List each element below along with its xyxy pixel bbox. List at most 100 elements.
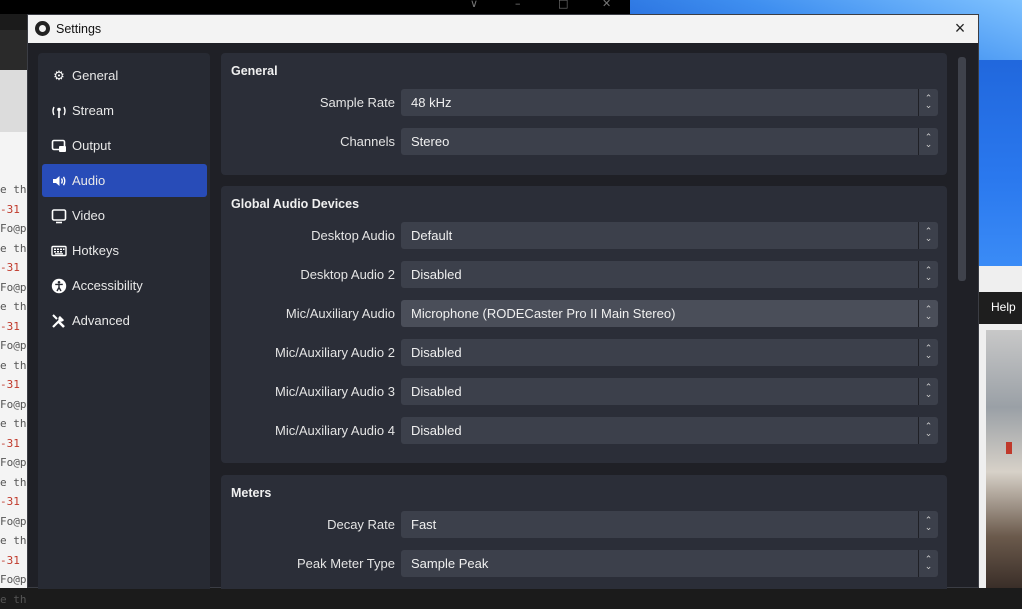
sidebar-item-video[interactable]: Video — [42, 199, 207, 232]
spinner-arrows-icon[interactable]: ⌃⌄ — [918, 417, 938, 444]
terminal-line: e th — [0, 590, 30, 609]
group-general: General Sample Rate 48 kHz ⌃⌄ Channels S… — [221, 53, 947, 175]
sidebar-item-audio[interactable]: Audio — [42, 164, 207, 197]
background-menubar: Help — [978, 292, 1022, 324]
terminal-line: -31 — [0, 317, 30, 337]
spinner-arrows-icon[interactable]: ⌃⌄ — [918, 89, 938, 116]
close-icon: ✕ — [602, 0, 611, 10]
combo-value: Fast — [411, 517, 436, 532]
sidebar-item-label: Video — [72, 208, 105, 223]
sidebar-item-output[interactable]: Output — [42, 129, 207, 162]
sidebar-item-hotkeys[interactable]: Hotkeys — [42, 234, 207, 267]
output-icon — [51, 138, 67, 154]
mic-aux-audio-label: Mic/Auxiliary Audio — [286, 306, 395, 321]
spinner-arrows-icon[interactable]: ⌃⌄ — [918, 300, 938, 327]
sample-rate-select[interactable]: 48 kHz ⌃⌄ — [401, 89, 938, 116]
terminal-line: -31 — [0, 492, 30, 512]
sidebar-item-stream[interactable]: Stream — [42, 94, 207, 127]
terminal-line: e th — [0, 414, 30, 434]
sidebar-item-advanced[interactable]: Advanced — [42, 304, 207, 337]
desktop-audio-2-label: Desktop Audio 2 — [300, 267, 395, 282]
desktop-audio-select[interactable]: Default ⌃⌄ — [401, 222, 938, 249]
mic-aux-audio-3-select[interactable]: Disabled ⌃⌄ — [401, 378, 938, 405]
spinner-arrows-icon[interactable]: ⌃⌄ — [918, 261, 938, 288]
tools-icon — [51, 313, 67, 329]
terminal-line: Fo@p — [0, 453, 30, 473]
dialog-title: Settings — [56, 22, 101, 36]
channels-select[interactable]: Stereo ⌃⌄ — [401, 128, 938, 155]
combo-value: Disabled — [411, 384, 462, 399]
combo-value: Disabled — [411, 345, 462, 360]
combo-value: 48 kHz — [411, 95, 451, 110]
terminal-line: Fo@p — [0, 512, 30, 532]
background-terminal: e th-31Fo@pe th-31Fo@pe th-31Fo@pe th-31… — [0, 30, 30, 588]
help-menu[interactable]: Help — [991, 300, 1016, 314]
terminal-line: e th — [0, 239, 30, 259]
sidebar-item-label: Output — [72, 138, 111, 153]
group-global-audio-devices: Global Audio Devices Desktop Audio Defau… — [221, 186, 947, 463]
terminal-line: e th — [0, 180, 30, 200]
terminal-line: Fo@p — [0, 219, 30, 239]
combo-value: Disabled — [411, 267, 462, 282]
mic-aux-audio-select[interactable]: Microphone (RODECaster Pro II Main Stere… — [401, 300, 938, 327]
chevron-down-icon: ∨ — [470, 0, 478, 10]
sidebar-item-general[interactable]: ⚙ General — [42, 59, 207, 92]
combo-value: Default — [411, 228, 452, 243]
sidebar-item-label: Advanced — [72, 313, 130, 328]
group-title: General — [231, 64, 278, 78]
terminal-line: Fo@p — [0, 570, 30, 590]
terminal-line: e th — [0, 297, 30, 317]
keyboard-icon — [51, 243, 67, 259]
antenna-icon — [51, 103, 67, 119]
channels-label: Channels — [340, 134, 395, 149]
peak-meter-type-select[interactable]: Sample Peak ⌃⌄ — [401, 550, 938, 577]
combo-value: Stereo — [411, 134, 449, 149]
sidebar-item-label: Stream — [72, 103, 114, 118]
terminal-line: -31 — [0, 258, 30, 278]
sidebar-item-accessibility[interactable]: Accessibility — [42, 269, 207, 302]
terminal-line: e th — [0, 473, 30, 493]
peak-meter-type-label: Peak Meter Type — [297, 556, 395, 571]
settings-content: General Sample Rate 48 kHz ⌃⌄ Channels S… — [221, 53, 947, 589]
obs-logo-icon — [35, 21, 50, 36]
spinner-arrows-icon[interactable]: ⌃⌄ — [918, 128, 938, 155]
scrollbar-thumb[interactable] — [958, 57, 966, 281]
terminal-line: -31 — [0, 551, 30, 571]
dialog-titlebar: Settings × — [28, 15, 978, 43]
spinner-arrows-icon[interactable]: ⌃⌄ — [918, 339, 938, 366]
group-title: Meters — [231, 486, 271, 500]
group-title: Global Audio Devices — [231, 197, 359, 211]
spinner-arrows-icon[interactable]: ⌃⌄ — [918, 222, 938, 249]
close-button[interactable]: × — [948, 16, 972, 40]
spinner-arrows-icon[interactable]: ⌃⌄ — [918, 378, 938, 405]
spinner-arrows-icon[interactable]: ⌃⌄ — [918, 550, 938, 577]
terminal-line: -31 — [0, 434, 30, 454]
terminal-line: e th — [0, 531, 30, 551]
group-meters: Meters Decay Rate Fast ⌃⌄ Peak Meter Typ… — [221, 475, 947, 589]
photo-detail — [1006, 442, 1012, 454]
combo-value: Sample Peak — [411, 556, 488, 571]
mic-aux-audio-4-select[interactable]: Disabled ⌃⌄ — [401, 417, 938, 444]
decay-rate-label: Decay Rate — [327, 517, 395, 532]
terminal-line: Fo@p — [0, 395, 30, 415]
combo-value: Microphone (RODECaster Pro II Main Stere… — [411, 306, 675, 321]
mic-aux-audio-2-label: Mic/Auxiliary Audio 2 — [275, 345, 395, 360]
desktop-audio-2-select[interactable]: Disabled ⌃⌄ — [401, 261, 938, 288]
terminal-line: e th — [0, 356, 30, 376]
sidebar-item-label: Hotkeys — [72, 243, 119, 258]
maximize-icon: □ — [558, 0, 568, 10]
terminal-line: -31 — [0, 200, 30, 220]
minimize-icon: – — [515, 0, 521, 10]
decay-rate-select[interactable]: Fast ⌃⌄ — [401, 511, 938, 538]
mic-aux-audio-2-select[interactable]: Disabled ⌃⌄ — [401, 339, 938, 366]
settings-sidebar: ⚙ General Stream Output Audio Video — [38, 53, 210, 589]
spinner-arrows-icon[interactable]: ⌃⌄ — [918, 511, 938, 538]
sidebar-item-label: Accessibility — [72, 278, 143, 293]
gear-icon: ⚙ — [51, 68, 67, 84]
combo-value: Disabled — [411, 423, 462, 438]
terminal-line: -31 — [0, 375, 30, 395]
mic-aux-audio-3-label: Mic/Auxiliary Audio 3 — [275, 384, 395, 399]
content-scrollbar[interactable] — [957, 57, 967, 589]
terminal-line: Fo@p — [0, 278, 30, 298]
background-photo — [986, 330, 1022, 588]
